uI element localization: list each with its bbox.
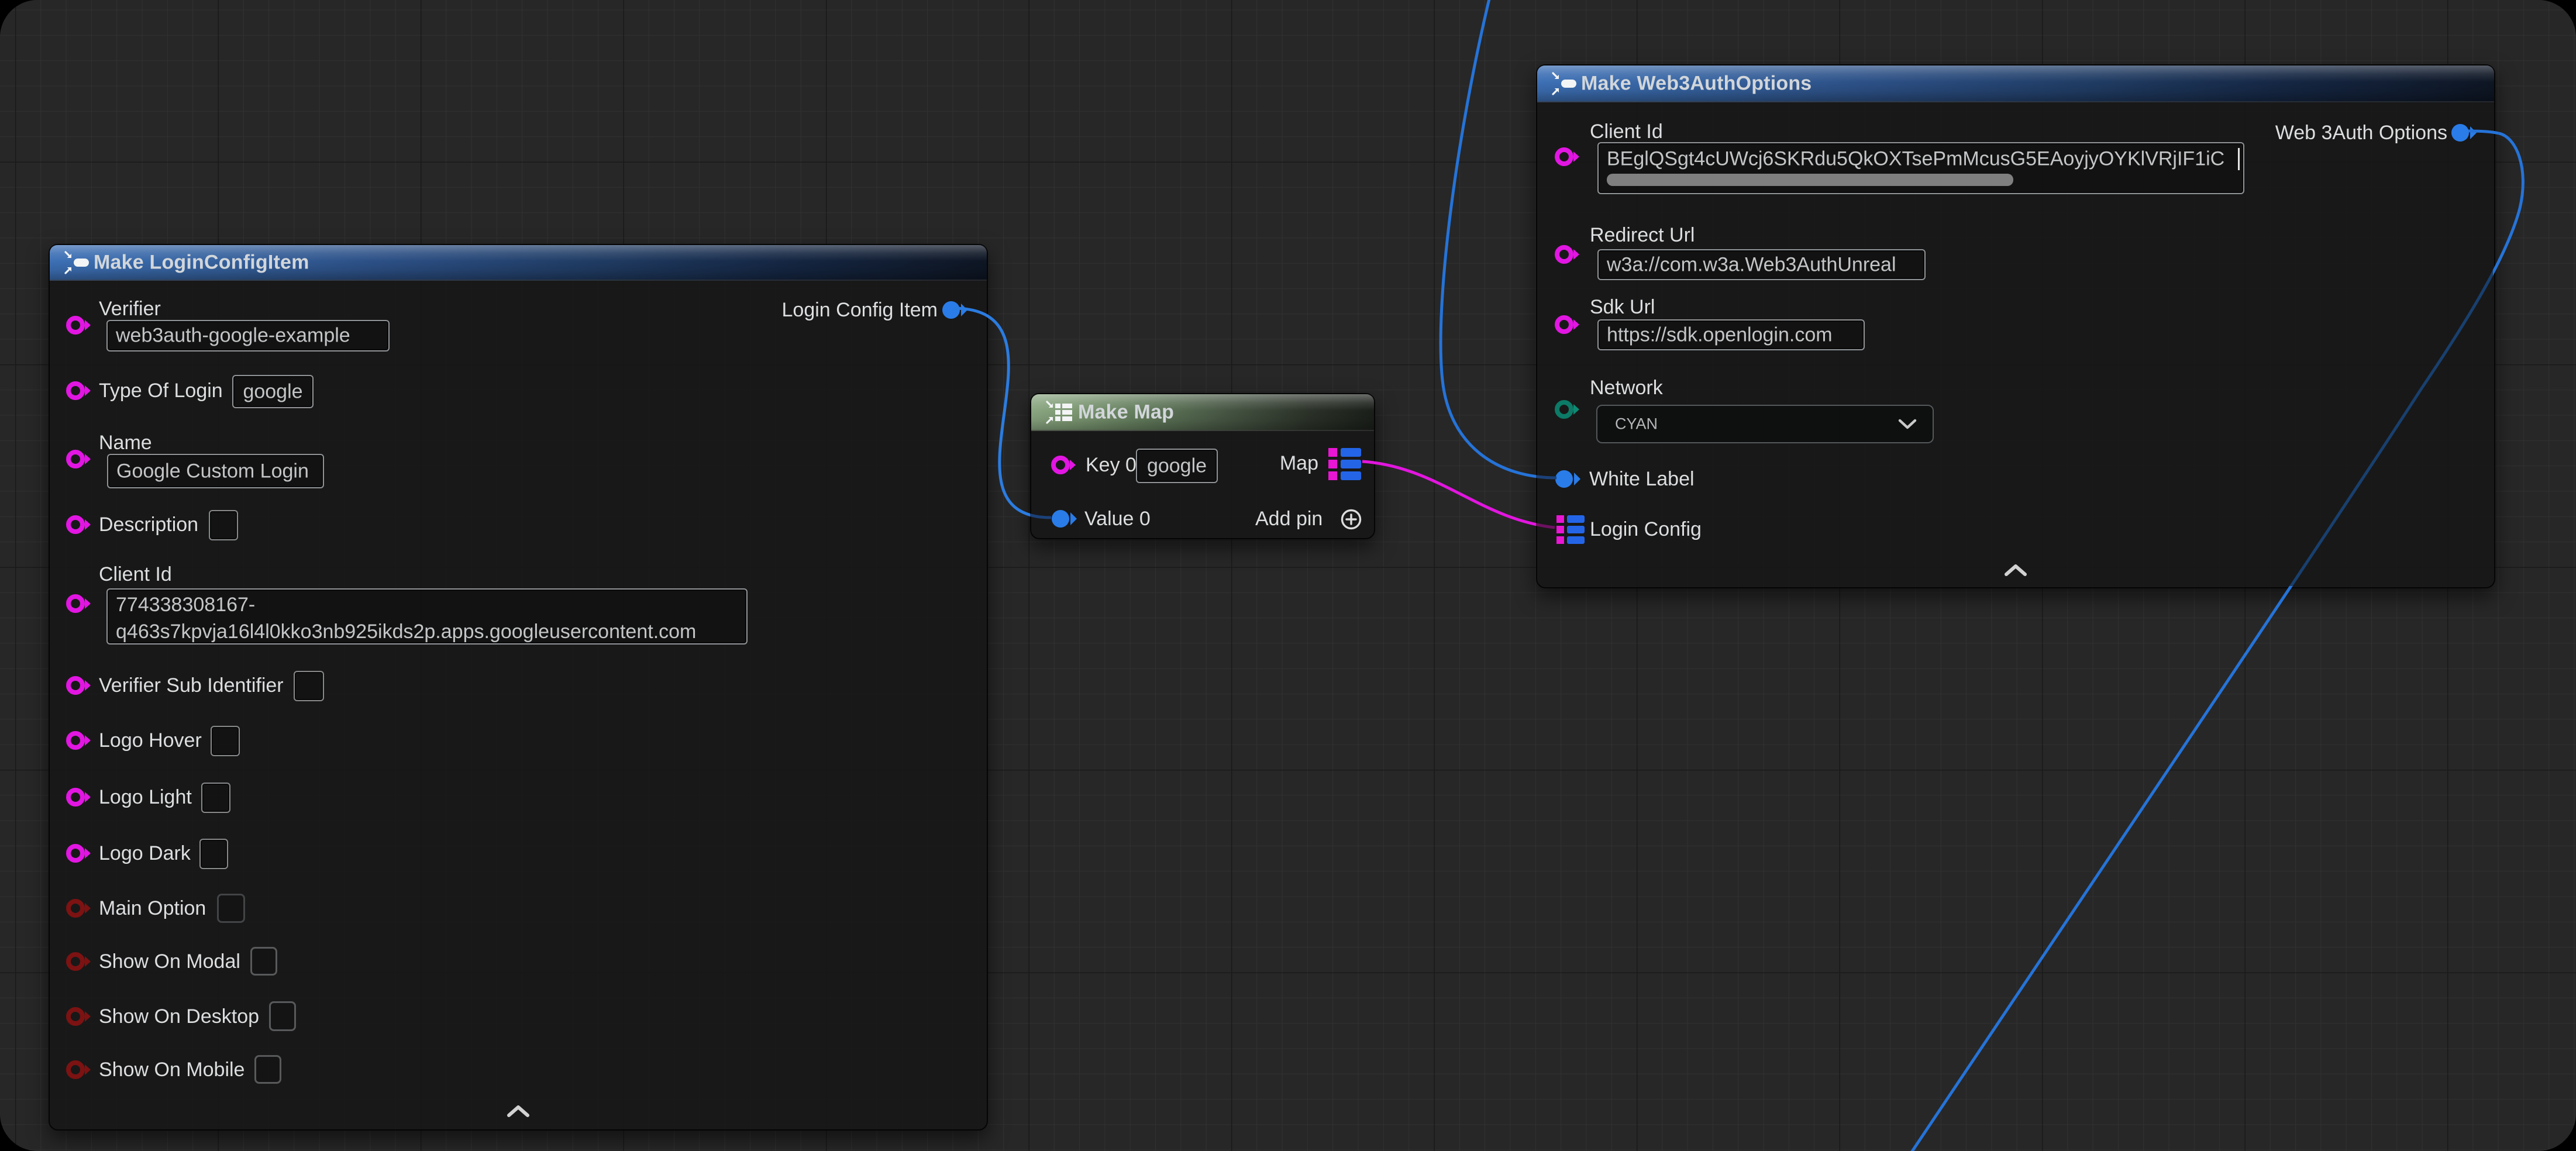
pin-type-of-login[interactable] <box>66 381 95 401</box>
pin-client-id[interactable] <box>1555 147 1584 167</box>
pin-label-redirect-url: Redirect Url <box>1590 223 1695 247</box>
pin-logo-hover[interactable] <box>66 730 95 750</box>
redirect-url-input[interactable]: w3a://com.w3a.Web3AuthUnreal <box>1597 249 1926 280</box>
value-text: BEglQSgt4cUWcj6SKRdu5QkOXTsePmMcusG5EAoy… <box>1607 148 2224 171</box>
node-make-loginconfigitem[interactable]: Make LoginConfigItem Login Config Item V… <box>49 244 988 1131</box>
node-title: Make Web3AuthOptions <box>1581 72 1812 95</box>
value-text: w3a://com.w3a.Web3AuthUnreal <box>1607 253 1896 276</box>
client-id-value-text: 774338308167- q463s7kpvja16l4l0kko3nb925… <box>116 591 696 645</box>
chevron-down-icon <box>1897 418 1917 430</box>
pin-network[interactable] <box>1555 399 1584 419</box>
name-input[interactable]: Google Custom Login <box>107 454 324 488</box>
pin-show-on-mobile[interactable] <box>66 1060 95 1080</box>
blueprint-graph-canvas[interactable]: Make LoginConfigItem Login Config Item V… <box>0 0 2576 1151</box>
client-id-input[interactable]: BEglQSgt4cUWcj6SKRdu5QkOXTsePmMcusG5EAoy… <box>1597 142 2244 194</box>
make-struct-icon <box>64 250 91 275</box>
pin-label-value-0: Value 0 <box>1084 507 1151 530</box>
pin-label-logo-hover: Logo Hover <box>99 729 202 752</box>
pin-map-output[interactable] <box>1328 448 1361 480</box>
value-text: Google Custom Login <box>116 460 309 483</box>
dropdown-value-text: CYAN <box>1615 415 1658 433</box>
pin-white-label[interactable] <box>1555 469 1584 489</box>
pin-logo-dark[interactable] <box>66 843 95 863</box>
pin-show-on-modal[interactable] <box>66 952 95 971</box>
pin-client-id[interactable] <box>66 594 95 614</box>
pin-label-show-on-mobile: Show On Mobile <box>99 1058 244 1081</box>
network-dropdown[interactable]: CYAN <box>1596 405 1934 443</box>
client-id-scrollbar[interactable] <box>1607 174 2013 186</box>
main-option-checkbox[interactable] <box>217 894 245 923</box>
logo-hover-input[interactable] <box>211 726 240 756</box>
pin-name[interactable] <box>66 449 95 469</box>
pin-sdk-url[interactable] <box>1555 315 1584 335</box>
pin-label-description: Description <box>99 513 198 536</box>
client-id-input[interactable]: 774338308167- q463s7kpvja16l4l0kko3nb925… <box>106 588 748 645</box>
pin-label-web3auth-options: Web 3Auth Options <box>2275 121 2447 144</box>
pin-label-login-config-item: Login Config Item <box>782 298 938 322</box>
pin-logo-light[interactable] <box>66 787 95 807</box>
node-make-web3authoptions[interactable]: Make Web3AuthOptions Web 3Auth Options C… <box>1536 64 2495 588</box>
show-on-desktop-checkbox[interactable] <box>269 1001 296 1031</box>
pin-label-verifier: Verifier <box>99 297 161 321</box>
pin-login-config-item[interactable] <box>942 300 971 320</box>
logo-dark-input[interactable] <box>199 839 228 869</box>
client-id-line2: q463s7kpvja16l4l0kko3nb925ikds2p.apps.go… <box>116 618 696 645</box>
pin-redirect-url[interactable] <box>1555 244 1584 264</box>
pin-login-config[interactable] <box>1556 515 1585 544</box>
node-title: Make LoginConfigItem <box>94 251 309 274</box>
collapse-node-chevron-icon[interactable] <box>505 1105 531 1118</box>
pin-label-client-id: Client Id <box>99 563 172 586</box>
pin-key-0[interactable] <box>1051 455 1080 475</box>
pin-label-show-on-desktop: Show On Desktop <box>99 1005 259 1028</box>
value-text: google <box>1147 454 1207 477</box>
key-0-input[interactable]: google <box>1136 449 1218 483</box>
pin-web3auth-options[interactable] <box>2451 123 2480 143</box>
pin-label-logo-light: Logo Light <box>99 785 192 809</box>
pin-verifier[interactable] <box>66 315 95 335</box>
pin-description[interactable] <box>66 515 95 535</box>
pin-label-client-id: Client Id <box>1590 120 1663 143</box>
pin-label-show-on-modal: Show On Modal <box>99 950 240 973</box>
node-make-loginconfigitem-header[interactable]: Make LoginConfigItem <box>50 245 987 281</box>
make-map-icon <box>1045 399 1075 425</box>
pin-label-type-of-login: Type Of Login <box>99 379 223 402</box>
pin-label-login-config: Login Config <box>1590 518 1702 541</box>
node-make-map[interactable]: Make Map Key 0 google Map Value 0 Add pi <box>1030 393 1375 539</box>
pin-main-option[interactable] <box>66 898 95 918</box>
pin-verifier-sub-identifier[interactable] <box>66 676 95 695</box>
pin-label-main-option: Main Option <box>99 897 206 920</box>
pin-label-key-0: Key 0 <box>1086 453 1137 477</box>
value-text: google <box>243 380 302 403</box>
pin-show-on-desktop[interactable] <box>66 1007 95 1026</box>
node-title: Make Map <box>1078 401 1174 423</box>
value-text: https://sdk.openlogin.com <box>1607 323 1833 346</box>
add-pin-icon[interactable] <box>1340 508 1362 530</box>
make-struct-icon <box>1551 71 1578 97</box>
collapse-node-chevron-icon[interactable] <box>2003 564 2029 577</box>
client-id-line1: 774338308167- <box>116 591 696 618</box>
pin-label-sdk-url: Sdk Url <box>1590 295 1655 319</box>
node-make-web3authoptions-header[interactable]: Make Web3AuthOptions <box>1537 66 2494 102</box>
logo-light-input[interactable] <box>201 783 230 813</box>
value-text: web3auth-google-example <box>116 325 350 347</box>
text-caret <box>2238 148 2240 170</box>
show-on-mobile-checkbox[interactable] <box>254 1055 281 1084</box>
node-make-map-header[interactable]: Make Map <box>1031 394 1374 431</box>
pin-label-logo-dark: Logo Dark <box>99 842 191 865</box>
pin-label-map: Map <box>1280 452 1318 475</box>
pin-label-white-label: White Label <box>1589 467 1695 491</box>
verifier-sub-identifier-input[interactable] <box>294 671 324 701</box>
show-on-modal-checkbox[interactable] <box>250 947 277 976</box>
type-of-login-input[interactable]: google <box>232 375 314 408</box>
add-pin-label[interactable]: Add pin <box>1255 507 1323 530</box>
verifier-input[interactable]: web3auth-google-example <box>106 320 390 351</box>
pin-label-network: Network <box>1590 376 1663 399</box>
description-input[interactable] <box>209 510 238 540</box>
pin-label-verifier-sub-identifier: Verifier Sub Identifier <box>99 674 284 697</box>
pin-label-name: Name <box>99 431 152 454</box>
pin-value-0[interactable] <box>1051 509 1080 529</box>
sdk-url-input[interactable]: https://sdk.openlogin.com <box>1597 319 1865 350</box>
